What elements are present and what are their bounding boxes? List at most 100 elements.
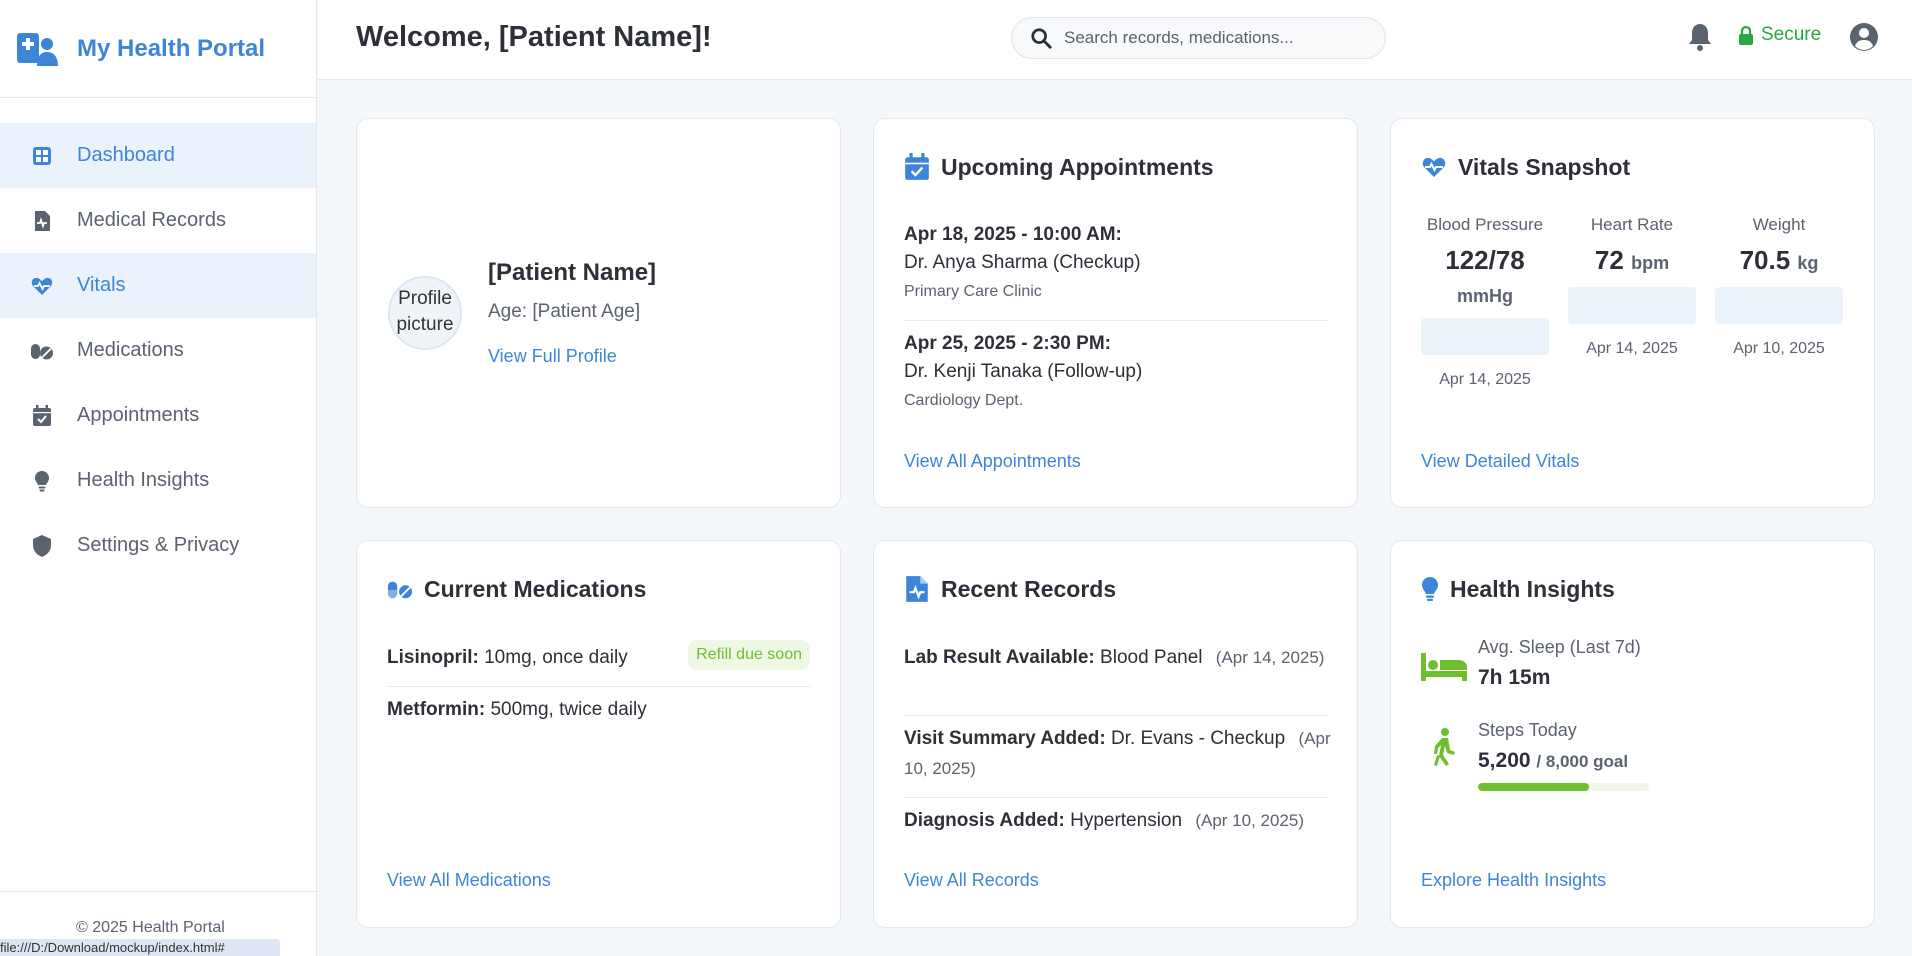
insights-card: Health Insights Avg. Sleep (Last 7d) 7h … bbox=[1390, 540, 1875, 928]
view-full-profile-link[interactable]: View Full Profile bbox=[488, 346, 617, 367]
view-all-appointments-link[interactable]: View All Appointments bbox=[904, 451, 1081, 472]
appointment-datetime: Apr 25, 2025 - 2:30 PM: bbox=[904, 333, 1111, 354]
search-box[interactable] bbox=[1011, 17, 1386, 59]
appointment-location: Primary Care Clinic bbox=[904, 283, 1042, 300]
avatar: Profile picture bbox=[388, 276, 462, 350]
appointments-card: Upcoming Appointments Apr 18, 2025 - 10:… bbox=[873, 118, 1358, 508]
vital-value: 122/78 bbox=[1445, 245, 1525, 275]
appointment-item[interactable]: Apr 18, 2025 - 10:00 AM: Dr. Anya Sharma… bbox=[904, 224, 1328, 301]
vital-sparkline bbox=[1568, 287, 1696, 324]
vital-unit: bpm bbox=[1631, 253, 1670, 273]
vital-date: Apr 14, 2025 bbox=[1586, 340, 1678, 357]
sleep-insight[interactable]: Avg. Sleep (Last 7d) 7h 15m bbox=[1421, 637, 1641, 690]
record-date: (Apr 10, 2025) bbox=[1195, 811, 1305, 830]
vital-label: Blood Pressure bbox=[1426, 215, 1544, 234]
copyright-text: © 2025 Health Portal bbox=[76, 919, 225, 936]
steps-insight[interactable]: Steps Today 5,200 / 8,000 goal bbox=[1421, 720, 1649, 791]
lightbulb-icon bbox=[29, 468, 55, 494]
vital-value: 72 bbox=[1594, 245, 1624, 275]
record-detail: Dr. Evans - Checkup bbox=[1110, 728, 1286, 749]
vital-date: Apr 10, 2025 bbox=[1733, 340, 1825, 357]
medication-item[interactable]: Lisinopril: 10mg, once daily bbox=[387, 647, 628, 669]
appointment-doctor: Dr. Kenji Tanaka (Follow-up) bbox=[904, 361, 1143, 382]
card-title-text: Current Medications bbox=[424, 575, 647, 602]
walking-icon bbox=[1421, 720, 1467, 791]
steps-value: 5,200 bbox=[1478, 749, 1531, 772]
file-medical-icon bbox=[906, 576, 928, 602]
medication-dose: 10mg, once daily bbox=[484, 647, 628, 668]
vital-sparkline bbox=[1421, 318, 1549, 355]
record-item[interactable]: Diagnosis Added: Hypertension (Apr 10, 2… bbox=[904, 806, 1334, 836]
sidebar-item-label: Appointments bbox=[77, 404, 200, 426]
heartbeat-icon bbox=[1422, 157, 1446, 177]
brand[interactable]: My Health Portal bbox=[0, 0, 316, 98]
calendar-check-icon bbox=[905, 153, 929, 180]
vital-weight[interactable]: Weight 70.5 kg Apr 10, 2025 bbox=[1715, 215, 1843, 358]
patient-age: Age: [Patient Age] bbox=[488, 301, 641, 322]
bed-icon bbox=[1421, 637, 1467, 690]
bell-icon[interactable] bbox=[1686, 22, 1714, 52]
divider bbox=[904, 320, 1328, 321]
sidebar-item-label: Medical Records bbox=[77, 209, 226, 231]
card-title-text: Health Insights bbox=[1450, 575, 1615, 602]
appointment-doctor: Dr. Anya Sharma (Checkup) bbox=[904, 252, 1141, 273]
vitals-card: Vitals Snapshot Blood Pressure 122/78 mm… bbox=[1390, 118, 1875, 508]
appointment-item[interactable]: Apr 25, 2025 - 2:30 PM: Dr. Kenji Tanaka… bbox=[904, 333, 1328, 410]
app-title: My Health Portal bbox=[77, 34, 266, 62]
appointment-datetime: Apr 18, 2025 - 10:00 AM: bbox=[904, 224, 1122, 245]
record-detail: Hypertension bbox=[1070, 810, 1183, 831]
vital-heart-rate[interactable]: Heart Rate 72 bpm Apr 14, 2025 bbox=[1568, 215, 1696, 358]
top-header: Welcome, [Patient Name]! Secure bbox=[318, 0, 1912, 80]
vital-sparkline bbox=[1715, 287, 1843, 324]
sidebar-item-health-insights[interactable]: Health Insights bbox=[0, 448, 316, 513]
refill-badge: Refill due soon bbox=[688, 640, 810, 670]
card-title: Health Insights bbox=[1421, 575, 1615, 603]
sidebar-item-settings-privacy[interactable]: Settings & Privacy bbox=[0, 513, 316, 578]
steps-value-line: 5,200 / 8,000 goal bbox=[1478, 749, 1649, 773]
sidebar-item-label: Dashboard bbox=[77, 144, 175, 166]
record-date: (Apr 14, 2025) bbox=[1215, 648, 1325, 667]
vital-value: 70.5 bbox=[1739, 245, 1791, 275]
secure-indicator: Secure bbox=[1738, 24, 1821, 46]
card-title-text: Upcoming Appointments bbox=[941, 153, 1214, 180]
sidebar-item-medications[interactable]: Medications bbox=[0, 318, 316, 383]
record-type: Visit Summary Added: bbox=[904, 728, 1106, 749]
medication-name: Metformin: bbox=[387, 699, 486, 720]
profile-card: Profile picture [Patient Name] Age: [Pat… bbox=[356, 118, 841, 508]
records-card: Recent Records Lab Result Available: Blo… bbox=[873, 540, 1358, 928]
sidebar-item-label: Medications bbox=[77, 339, 184, 361]
sidebar-item-medical-records[interactable]: Medical Records bbox=[0, 188, 316, 253]
search-input[interactable] bbox=[1064, 28, 1364, 48]
vital-date: Apr 14, 2025 bbox=[1439, 371, 1531, 388]
medication-item[interactable]: Metformin: 500mg, twice daily bbox=[387, 699, 647, 721]
record-detail: Blood Panel bbox=[1100, 647, 1203, 668]
pills-icon bbox=[29, 338, 55, 364]
card-title: Recent Records bbox=[904, 575, 1116, 603]
sidebar-item-dashboard[interactable]: Dashboard bbox=[0, 123, 316, 188]
view-detailed-vitals-link[interactable]: View Detailed Vitals bbox=[1421, 451, 1579, 472]
divider bbox=[904, 715, 1328, 716]
appointment-location: Cardiology Dept. bbox=[904, 392, 1024, 409]
view-all-medications-link[interactable]: View All Medications bbox=[387, 870, 551, 891]
sidebar: My Health Portal Dashboard Medical Recor… bbox=[0, 0, 317, 956]
record-item[interactable]: Visit Summary Added: Dr. Evans - Checkup… bbox=[904, 724, 1334, 784]
sleep-label: Avg. Sleep (Last 7d) bbox=[1478, 637, 1641, 657]
view-all-records-link[interactable]: View All Records bbox=[904, 870, 1039, 891]
record-item[interactable]: Lab Result Available: Blood Panel (Apr 1… bbox=[904, 643, 1334, 673]
record-type: Diagnosis Added: bbox=[904, 810, 1065, 831]
file-medical-icon bbox=[29, 208, 55, 234]
status-bar-url: file:///D:/Download/mockup/index.html# bbox=[0, 939, 280, 956]
dashboard-icon bbox=[29, 143, 55, 169]
user-medical-icon bbox=[17, 32, 58, 66]
steps-progress-bar bbox=[1478, 783, 1649, 791]
explore-health-insights-link[interactable]: Explore Health Insights bbox=[1421, 870, 1606, 891]
vital-unit: mmHg bbox=[1456, 286, 1513, 306]
vital-blood-pressure[interactable]: Blood Pressure 122/78 mmHg Apr 14, 2025 bbox=[1421, 215, 1549, 389]
sidebar-item-label: Settings & Privacy bbox=[77, 534, 240, 556]
vital-label: Heart Rate bbox=[1590, 215, 1674, 234]
record-type: Lab Result Available: bbox=[904, 647, 1095, 668]
search-icon bbox=[1031, 28, 1052, 49]
user-circle-icon[interactable] bbox=[1848, 21, 1880, 53]
sidebar-item-appointments[interactable]: Appointments bbox=[0, 383, 316, 448]
sidebar-item-vitals[interactable]: Vitals bbox=[0, 253, 316, 318]
